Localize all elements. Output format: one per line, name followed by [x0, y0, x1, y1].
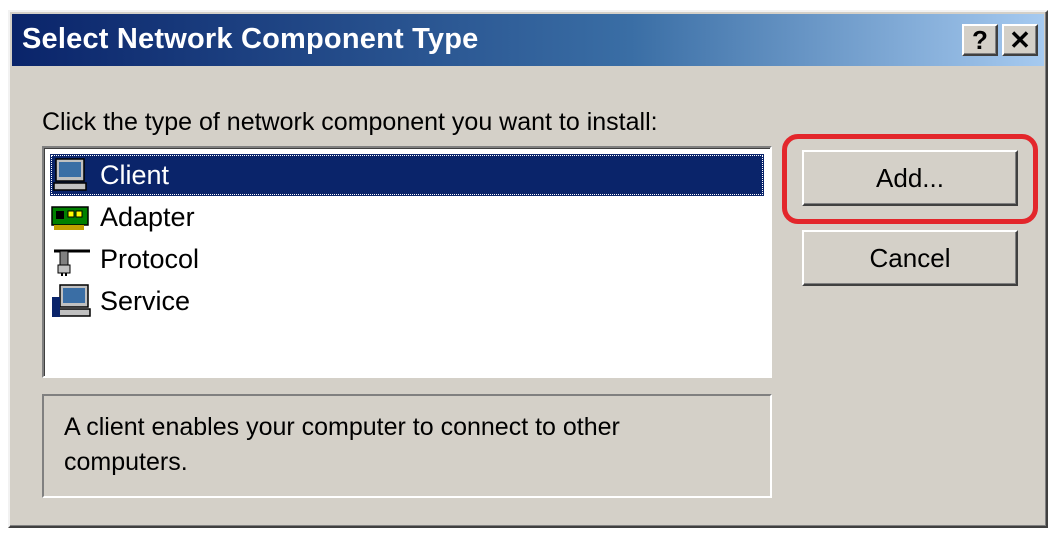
add-button-label: Add...	[876, 162, 944, 193]
list-item-label: Protocol	[100, 243, 200, 274]
protocol-plug-icon	[50, 241, 94, 277]
network-adapter-icon	[50, 199, 94, 235]
dialog-title: Select Network Component Type	[22, 23, 479, 55]
client-computer-icon	[50, 157, 94, 193]
title-bar[interactable]: Select Network Component Type ? ✕	[12, 14, 1044, 66]
close-icon: ✕	[1009, 24, 1031, 55]
cancel-button-label: Cancel	[869, 242, 951, 273]
help-button[interactable]: ?	[962, 24, 998, 56]
service-computer-icon	[50, 283, 94, 319]
select-network-component-dialog: Select Network Component Type ? ✕ Click …	[8, 10, 1048, 528]
component-type-list[interactable]: Client Adapter Protocol Service	[42, 146, 772, 378]
list-item-adapter[interactable]: Adapter	[50, 196, 764, 238]
description-box: A client enables your computer to connec…	[42, 394, 772, 498]
list-item-label: Service	[100, 285, 191, 316]
cancel-button[interactable]: Cancel	[802, 230, 1018, 286]
list-item-label: Client	[100, 159, 170, 190]
list-item-label: Adapter	[100, 201, 195, 232]
add-button[interactable]: Add...	[802, 150, 1018, 206]
list-item-protocol[interactable]: Protocol	[50, 238, 764, 280]
close-button[interactable]: ✕	[1002, 24, 1038, 56]
list-item-client[interactable]: Client	[50, 154, 764, 196]
instruction-label: Click the type of network component you …	[42, 108, 658, 136]
description-text: A client enables your computer to connec…	[64, 413, 620, 476]
list-item-service[interactable]: Service	[50, 280, 764, 322]
